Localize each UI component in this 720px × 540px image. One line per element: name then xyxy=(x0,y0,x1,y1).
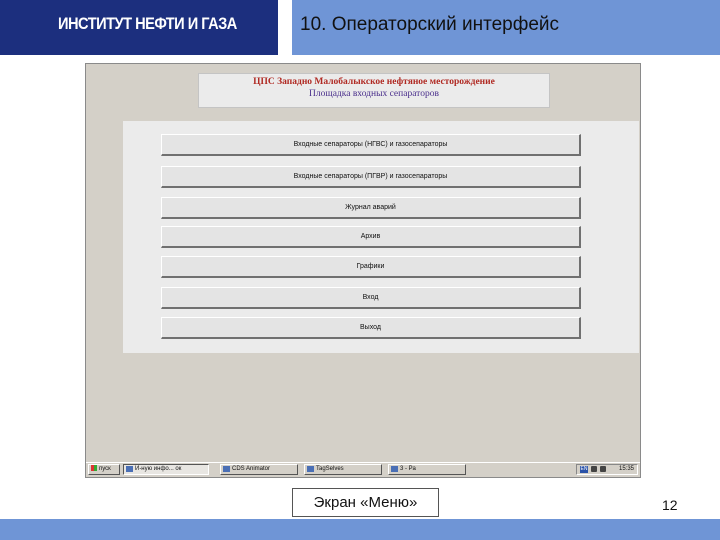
windows-taskbar: пуск И-ную инфо... ок CDS Animator TagSe… xyxy=(86,462,640,477)
system-tray: EN 15:35 xyxy=(576,464,638,475)
start-button[interactable]: пуск xyxy=(88,464,120,475)
network-icon[interactable] xyxy=(600,466,606,472)
taskbar-item-animator[interactable]: CDS Animator xyxy=(220,464,298,475)
window-icon xyxy=(307,466,314,472)
header-divider xyxy=(278,0,292,55)
menu-button-login[interactable]: Вход xyxy=(161,287,581,309)
menu-button-exit[interactable]: Выход xyxy=(161,317,581,339)
page-number: 12 xyxy=(662,497,678,513)
menu-button-archive[interactable]: Архив xyxy=(161,226,581,248)
slide-title: 10. Операторский интерфейс xyxy=(300,14,560,35)
taskbar-item-label: TagSelves xyxy=(316,466,344,472)
language-indicator[interactable]: EN xyxy=(580,466,588,473)
taskbar-item-label: CDS Animator xyxy=(232,466,271,472)
scada-title: ЦПС Западно Малобалыкское нефтяное место… xyxy=(253,77,495,87)
window-icon xyxy=(223,466,230,472)
taskbar-item-main[interactable]: И-ную инфо... ок xyxy=(123,464,209,475)
window-icon xyxy=(391,466,398,472)
scada-header: ЦПС Западно Малобалыкское нефтяное место… xyxy=(198,73,550,108)
start-label: пуск xyxy=(99,466,111,472)
scada-screenshot: ЦПС Западно Малобалыкское нефтяное место… xyxy=(85,63,641,478)
clock: 15:35 xyxy=(618,466,634,472)
taskbar-item-tags[interactable]: TagSelves xyxy=(304,464,382,475)
window-icon xyxy=(126,466,133,472)
menu-button-graphs[interactable]: Графики xyxy=(161,256,581,278)
menu-button-ngvs-separators[interactable]: Входные сепараторы (НГВС) и газосепарато… xyxy=(161,134,581,156)
menu-panel: Входные сепараторы (НГВС) и газосепарато… xyxy=(123,121,639,353)
windows-flag-icon xyxy=(91,465,97,472)
taskbar-item-label: И-ную инфо... ок xyxy=(135,466,182,472)
scada-subtitle: Площадка входных сепараторов xyxy=(309,89,439,99)
taskbar-item-ra[interactable]: 3 - Ра xyxy=(388,464,466,475)
screen-caption: Экран «Меню» xyxy=(292,488,439,517)
volume-icon[interactable] xyxy=(591,466,597,472)
institute-banner: ИНСТИТУТ НЕФТИ И ГАЗА xyxy=(0,0,278,55)
menu-button-alarm-log[interactable]: Журнал аварий xyxy=(161,197,581,219)
slide-title-bar: 10. Операторский интерфейс xyxy=(292,0,720,55)
institute-name: ИНСТИТУТ НЕФТИ И ГАЗА xyxy=(58,14,237,33)
footer-bar xyxy=(0,519,720,540)
menu-button-pgvr-separators[interactable]: Входные сепараторы (ПГВР) и газосепарато… xyxy=(161,166,581,188)
taskbar-item-label: 3 - Ра xyxy=(400,466,416,472)
